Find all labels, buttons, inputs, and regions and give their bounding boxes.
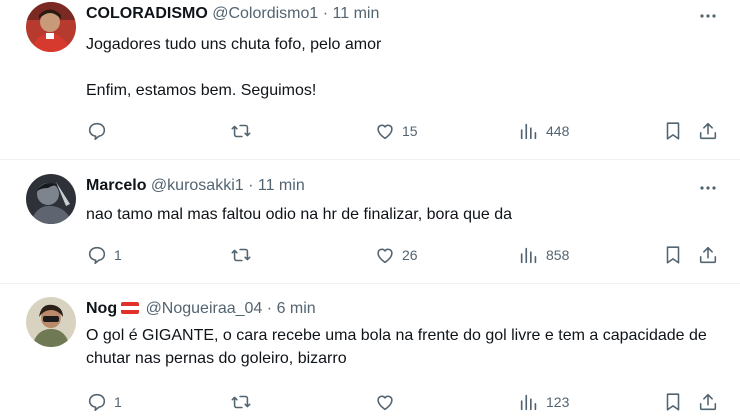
bookmark-button[interactable] <box>662 390 684 414</box>
view-count: 123 <box>546 394 570 410</box>
separator-dot: · <box>266 300 273 317</box>
like-button[interactable]: 15 <box>374 119 418 143</box>
reply-count: 1 <box>114 247 122 263</box>
bookmark-button[interactable] <box>662 119 684 143</box>
tweet-text: Jogadores tudo uns chuta fofo, pelo amor… <box>86 36 382 99</box>
like-icon <box>377 124 393 140</box>
display-name[interactable]: Marcelo <box>86 177 146 194</box>
separator-dot: · <box>322 5 329 22</box>
view-count: 858 <box>546 247 570 263</box>
tweet-text: nao tamo mal mas faltou odio na hr de fi… <box>86 206 513 223</box>
retweet-button[interactable] <box>230 390 258 414</box>
reply-button[interactable]: 1 <box>86 243 122 267</box>
share-button[interactable] <box>697 390 719 414</box>
views-icon <box>520 123 537 140</box>
timeline: COLORADISMO @Colordismo1 · 11 min Jogado… <box>0 0 740 416</box>
timestamp[interactable]: 11 min <box>258 177 305 194</box>
like-button[interactable] <box>374 390 402 414</box>
timestamp[interactable]: 6 min <box>277 300 316 317</box>
display-name[interactable]: Nog <box>86 300 117 317</box>
bookmark-icon <box>666 393 680 411</box>
separator-dot: · <box>248 177 254 194</box>
share-icon <box>699 246 717 264</box>
tweet[interactable]: COLORADISMO @Colordismo1 · 11 min Jogado… <box>0 0 740 160</box>
reply-button[interactable] <box>86 119 114 143</box>
like-count: 15 <box>402 123 418 139</box>
views-icon <box>520 394 537 411</box>
avatar[interactable] <box>26 174 76 224</box>
views-button[interactable]: 123 <box>518 390 569 414</box>
display-name[interactable]: COLORADISMO <box>86 5 208 22</box>
retweet-icon <box>231 395 251 409</box>
user-handle[interactable]: @Colordismo1 <box>212 5 318 22</box>
like-icon <box>377 395 393 411</box>
avatar[interactable] <box>26 297 76 347</box>
retweet-icon <box>231 124 251 138</box>
tweet-actions: 1 123 <box>0 390 740 414</box>
flag-icon <box>121 302 140 314</box>
tweet[interactable]: Nog @Nogueiraa_04 · 6 min O gol é GIGANT… <box>0 284 740 416</box>
share-button[interactable] <box>697 243 719 267</box>
like-count: 26 <box>402 247 418 263</box>
bookmark-icon <box>666 122 680 140</box>
reply-button[interactable]: 1 <box>86 390 122 414</box>
more-icon[interactable] <box>698 6 718 26</box>
tweet-header: Marcelo @kurosakki1 · 11 min <box>86 175 305 197</box>
retweet-button[interactable] <box>230 119 258 143</box>
reply-icon <box>88 122 106 141</box>
reply-icon <box>88 246 106 265</box>
user-handle[interactable]: @Nogueiraa_04 <box>146 300 263 317</box>
share-button[interactable] <box>697 119 719 143</box>
timestamp[interactable]: 11 min <box>333 5 380 22</box>
like-button[interactable]: 26 <box>374 243 418 267</box>
like-icon <box>377 248 393 264</box>
retweet-button[interactable] <box>230 243 258 267</box>
more-icon[interactable] <box>698 178 718 198</box>
avatar[interactable] <box>26 2 76 52</box>
bookmark-button[interactable] <box>662 243 684 267</box>
views-button[interactable]: 858 <box>518 243 569 267</box>
bookmark-icon <box>666 246 680 264</box>
tweet-header: Nog @Nogueiraa_04 · 6 min <box>86 298 316 320</box>
tweet-header: COLORADISMO @Colordismo1 · 11 min <box>86 3 379 25</box>
user-handle[interactable]: @kurosakki1 <box>151 177 244 194</box>
views-icon <box>520 247 537 264</box>
tweet[interactable]: Marcelo @kurosakki1 · 11 min nao tamo ma… <box>0 160 740 284</box>
reply-icon <box>88 393 106 412</box>
tweet-actions: 1 26 858 <box>0 243 740 267</box>
tweet-actions: 15 448 <box>0 119 740 143</box>
share-icon <box>699 122 717 140</box>
share-icon <box>699 393 717 411</box>
reply-count: 1 <box>114 394 122 410</box>
view-count: 448 <box>546 123 570 139</box>
views-button[interactable]: 448 <box>518 119 569 143</box>
tweet-text: O gol é GIGANTE, o cara recebe uma bola … <box>86 327 712 367</box>
retweet-icon <box>231 248 251 262</box>
